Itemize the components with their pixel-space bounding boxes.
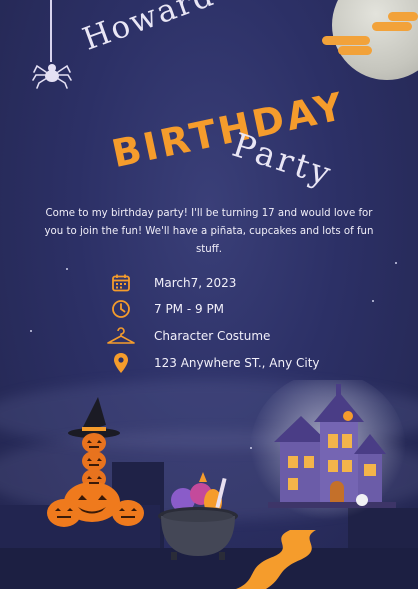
name-heading: Howard's [78,0,247,58]
star [395,262,397,264]
invitation-card: Howard's BIRTHDAY Party Come to my birth… [0,0,418,589]
detail-address: 123 Anywhere ST., Any City [106,352,320,374]
spider-thread [50,0,52,62]
invitation-message: Come to my birthday party! I'll be turni… [44,208,374,255]
detail-date: March7, 2023 [106,272,236,294]
date-text: March7, 2023 [154,276,237,290]
star [372,300,374,302]
calendar-icon [106,272,136,294]
moon-cloud [338,46,372,55]
location-pin-icon [106,352,136,374]
star [30,330,32,332]
haunted-house-illustration [236,380,406,589]
dress-code-text: Character Costume [154,329,271,343]
time-text: 7 PM - 9 PM [154,302,225,316]
detail-time: 7 PM - 9 PM [106,298,224,320]
moon-cloud [372,22,412,31]
clock-icon [106,298,136,320]
spider-icon [32,64,72,89]
address-text: 123 Anywhere ST., Any City [154,356,320,370]
hanger-icon [106,325,136,347]
detail-dress-code: Character Costume [106,325,270,347]
moon-cloud [388,12,418,21]
pumpkin-stack-illustration [47,397,144,527]
moon-cloud [322,36,370,45]
star [66,268,68,270]
